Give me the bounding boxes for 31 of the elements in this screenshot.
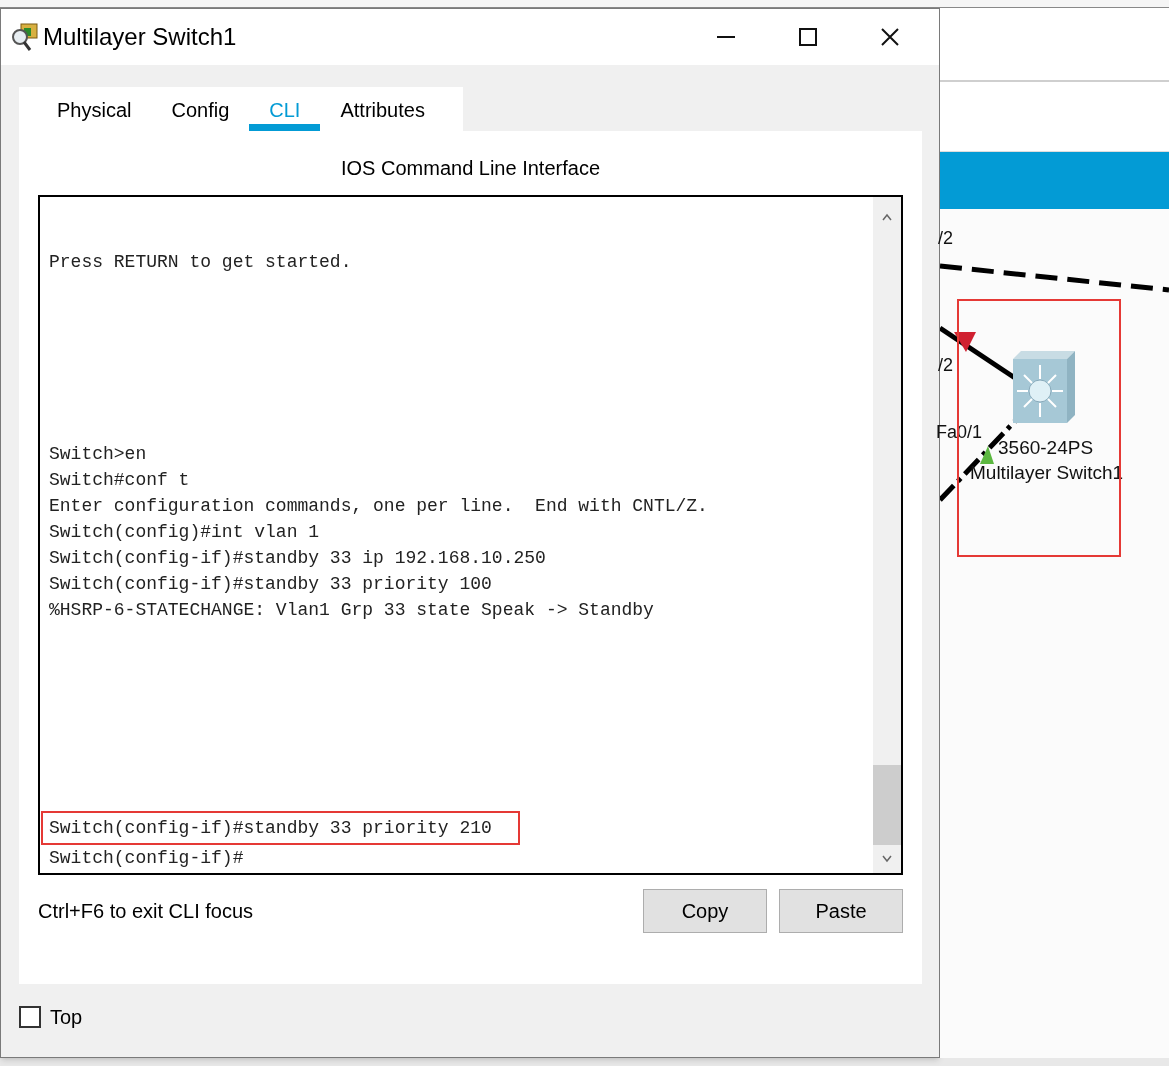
terminal-line: Switch#conf t xyxy=(49,469,190,492)
terminal[interactable] xyxy=(38,195,903,875)
checkbox[interactable] xyxy=(19,1006,41,1028)
action-button[interactable]: Copy xyxy=(643,889,767,933)
scrollbar-thumb[interactable] xyxy=(873,765,901,845)
minimize-icon xyxy=(717,36,735,38)
terminal-line: Switch(config-if)#standby 33 priority 210 xyxy=(49,817,492,840)
magnifier-device-icon xyxy=(11,22,39,52)
device-label: 3560-24PS xyxy=(998,436,1094,460)
scroll-down-icon xyxy=(882,855,892,863)
terminal-line: Switch(config-if)#standby 33 priority 100 xyxy=(49,573,492,596)
scroll-up-icon xyxy=(882,213,892,221)
checkbox-label: Top xyxy=(50,1005,83,1030)
terminal-line: Press RETURN to get started. xyxy=(49,251,352,274)
panel-title: IOS Command Line Interface xyxy=(340,156,601,181)
maximize-icon xyxy=(799,28,817,46)
terminal-line: Switch(config-if)# xyxy=(49,847,244,870)
window-title: Multilayer Switch1 xyxy=(43,22,237,52)
hint-text: Ctrl+F6 to exit CLI focus xyxy=(38,899,255,924)
close-icon xyxy=(881,28,899,46)
tab[interactable]: Physical xyxy=(37,87,152,131)
terminal-line: Switch(config-if)#standby 33 ip 192.168.10.250 xyxy=(49,547,546,570)
action-button[interactable]: Paste xyxy=(779,889,903,933)
tab[interactable]: Attributes xyxy=(320,87,445,131)
switch-icon xyxy=(1013,351,1077,425)
terminal-line: %HSRP-6-STATECHANGE: Vlan1 Grp 33 state Speak -> Standby xyxy=(49,599,654,622)
tab[interactable]: Config xyxy=(151,87,250,131)
scrollbar[interactable] xyxy=(873,197,901,873)
terminal-line: Switch(config)#int vlan 1 xyxy=(49,521,320,544)
terminal-line: Switch>en xyxy=(49,443,147,466)
terminal-line: Enter configuration commands, one per line. End with CNTL/Z. xyxy=(49,495,708,518)
